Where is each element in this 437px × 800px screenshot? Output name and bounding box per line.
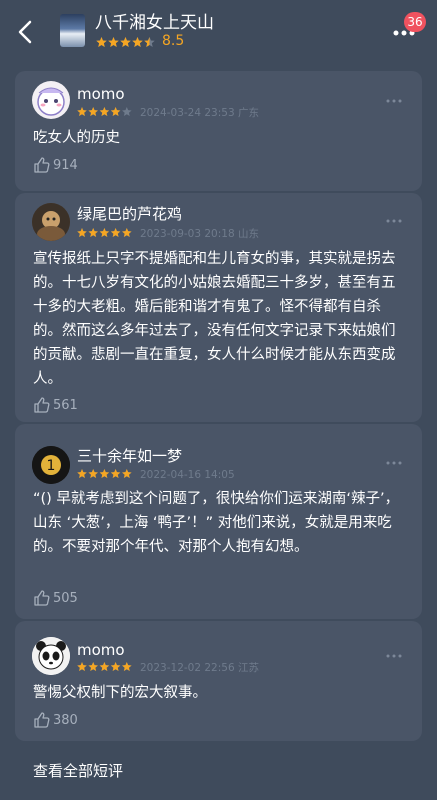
like-button[interactable]: 380 — [33, 710, 78, 730]
review-username[interactable]: 绿尾巴的芦花鸡 — [77, 205, 182, 223]
avatar[interactable] — [32, 81, 70, 119]
review-datetime: 2022-04-16 14:05 — [140, 469, 235, 481]
review-text: 宣传报纸上只字不提婚配和生儿育女的事，其实就是拐去的。十七八岁有文化的小姑娘去婚… — [33, 251, 396, 387]
star-icon — [122, 107, 132, 117]
see-all-reviews-link[interactable]: 查看全部短评 — [33, 762, 123, 780]
star-icon-filled — [88, 469, 98, 479]
review-card: 1 三十余年如一梦 2022-04-16 14:05 “() 早就考虑到这个问题… — [15, 424, 422, 619]
avatar-image: 1 — [32, 446, 70, 484]
star-icon-filled — [110, 107, 121, 117]
top-bar: 八千湘女上天山 8.5 36 — [0, 0, 437, 60]
like-count: 561 — [53, 397, 78, 413]
like-button[interactable]: 505 — [33, 588, 78, 608]
review-location: 广东 — [237, 107, 259, 119]
review-stars — [77, 107, 132, 117]
avatar[interactable] — [32, 203, 70, 241]
svg-text:1: 1 — [47, 458, 56, 474]
thumbs-up-icon — [34, 590, 50, 606]
like-button[interactable]: 561 — [33, 395, 78, 415]
review-meta: 2023-09-03 20:18 山东 — [140, 228, 259, 240]
review-datetime: 2024-03-24 23:53 — [140, 107, 235, 119]
review-text: “() 早就考虑到这个问题了，很快给你们运来湖南‘辣子’，山东 ‘大葱’，上海 … — [33, 491, 400, 555]
thumbs-up-icon — [34, 397, 50, 413]
notification-badge: 36 — [404, 12, 426, 32]
avatar-image — [37, 87, 65, 116]
review-meta: 2024-03-24 23:53 广东 — [140, 107, 259, 119]
star-icon-filled — [108, 37, 119, 47]
review-location: 山东 — [237, 228, 259, 240]
review-card: 绿尾巴的芦花鸡 2023-09-03 20:18 山东 宣传报纸上只字不提婚配和… — [15, 193, 422, 422]
movie-score: 8.5 — [162, 33, 185, 49]
movie-poster[interactable] — [60, 14, 85, 47]
review-meta: 2022-04-16 14:05 — [140, 469, 235, 481]
review-stars — [77, 469, 132, 479]
review-more-icon[interactable] — [385, 653, 403, 659]
review-username[interactable]: 三十余年如一梦 — [77, 447, 182, 465]
thumbs-up-icon — [34, 157, 50, 173]
review-datetime: 2023-12-02 22:56 — [140, 662, 235, 674]
back-icon[interactable] — [14, 18, 40, 46]
like-button[interactable]: 914 — [33, 155, 78, 175]
review-location: 江苏 — [237, 662, 259, 674]
star-icon-filled — [122, 469, 132, 479]
movie-title: 八千湘女上天山 — [95, 13, 214, 33]
star-icon-filled — [77, 228, 87, 238]
review-more-icon[interactable] — [385, 460, 403, 466]
review-text: 警惕父权制下的宏大叙事。 — [33, 685, 207, 701]
avatar[interactable] — [32, 637, 70, 675]
review-more-icon[interactable] — [385, 218, 403, 224]
avatar-image — [32, 203, 70, 241]
star-icon-filled — [77, 469, 87, 479]
star-icon-filled — [96, 37, 107, 47]
star-icon-filled — [110, 662, 121, 672]
avatar[interactable]: 1 — [32, 446, 70, 484]
like-count: 505 — [53, 590, 78, 606]
star-icon-filled — [99, 662, 110, 672]
rating-stars — [96, 37, 155, 47]
star-icon-filled — [132, 37, 143, 47]
star-icon-filled — [77, 107, 87, 117]
review-card: momo 2024-03-24 23:53 广东 吃女人的历史 914 — [15, 71, 422, 191]
star-icon-filled — [77, 662, 87, 672]
review-stars — [77, 228, 132, 238]
avatar-image — [32, 637, 70, 675]
star-icon-filled — [110, 469, 121, 479]
star-icon-filled — [122, 228, 132, 238]
star-icon-filled — [88, 662, 98, 672]
star-icon-filled — [88, 107, 98, 117]
review-username[interactable]: momo — [77, 85, 125, 103]
star-icon-filled — [99, 469, 110, 479]
review-stars — [77, 662, 132, 672]
review-card: momo 2023-12-02 22:56 江苏 警惕父权制下的宏大叙事。 38… — [15, 621, 422, 741]
like-count: 914 — [53, 157, 78, 173]
review-meta: 2023-12-02 22:56 江苏 — [140, 662, 259, 674]
star-icon-filled — [110, 228, 121, 238]
star-icon-filled — [88, 228, 98, 238]
thumbs-up-icon — [34, 712, 50, 728]
review-username[interactable]: momo — [77, 641, 125, 659]
review-more-icon[interactable] — [385, 98, 403, 104]
star-icon-filled — [120, 37, 131, 47]
star-icon-filled — [99, 107, 110, 117]
like-count: 380 — [53, 712, 78, 728]
star-icon-filled — [99, 228, 110, 238]
review-datetime: 2023-09-03 20:18 — [140, 228, 235, 240]
star-icon-filled — [122, 662, 132, 672]
review-text: 吃女人的历史 — [33, 130, 120, 146]
